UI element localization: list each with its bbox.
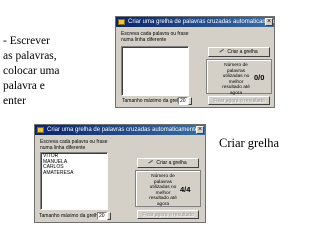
max-size-input[interactable]: 20	[178, 97, 188, 105]
stats-group: Número de palavras utilizadas no melhor …	[135, 170, 201, 207]
max-size-spinner[interactable]	[107, 212, 111, 220]
app-icon	[37, 127, 44, 133]
instructions-text: Escreva cada palavra ou frase numa linha…	[40, 139, 108, 151]
stats-label: Número de palavras utilizadas no melhor …	[149, 174, 177, 207]
list-item: AMATERESA	[43, 169, 74, 176]
pencil-icon	[148, 159, 156, 166]
crossword-dialog-filled: Criar uma grelha de palavras cruzadas au…	[34, 124, 206, 223]
word-list-input[interactable]: VITOR MANUELA CARLOS AMATERESA	[40, 152, 108, 210]
create-grid-note: Criar grelha	[219, 136, 280, 150]
close-button[interactable]: ×	[265, 18, 273, 26]
instructions-text: Escreva cada palavra ou frase numa linha…	[121, 31, 189, 43]
instruction-note: - Escrever as palavras, colocar uma pala…	[3, 35, 60, 107]
stats-label: Número de palavras utilizadas no melhor …	[222, 63, 250, 96]
stats-group: Número de palavras utilizadas no melhor …	[206, 59, 272, 96]
pencil-icon	[219, 48, 227, 55]
max-size-label: Tamanho máximo da grelha:	[39, 213, 103, 219]
max-size-input[interactable]: 20	[97, 212, 107, 220]
max-size-label: Tamanho máximo da grelha:	[122, 98, 186, 104]
crossword-dialog-empty: Criar uma grelha de palavras cruzadas au…	[115, 16, 275, 108]
window-title: Criar uma grelha de palavras cruzadas au…	[128, 19, 274, 25]
max-size-spinner[interactable]	[188, 97, 192, 105]
score-value: 4/4	[180, 185, 191, 194]
close-button[interactable]: ×	[196, 126, 204, 134]
app-icon	[118, 19, 125, 25]
window-title: Criar uma grelha de palavras cruzadas au…	[47, 127, 199, 133]
create-grid-button[interactable]: Criar a grelha	[137, 158, 199, 168]
score-value: 0/0	[254, 73, 265, 82]
word-list-input[interactable]	[121, 46, 189, 96]
fix-result-button[interactable]: Fixar agora o resultado	[208, 96, 270, 105]
title-bar[interactable]: Criar uma grelha de palavras cruzadas au…	[116, 17, 274, 27]
title-bar[interactable]: Criar uma grelha de palavras cruzadas au…	[35, 125, 205, 135]
fix-result-button[interactable]: Fixar agora o resultado	[137, 210, 199, 219]
create-grid-button[interactable]: Criar a grelha	[208, 47, 270, 57]
